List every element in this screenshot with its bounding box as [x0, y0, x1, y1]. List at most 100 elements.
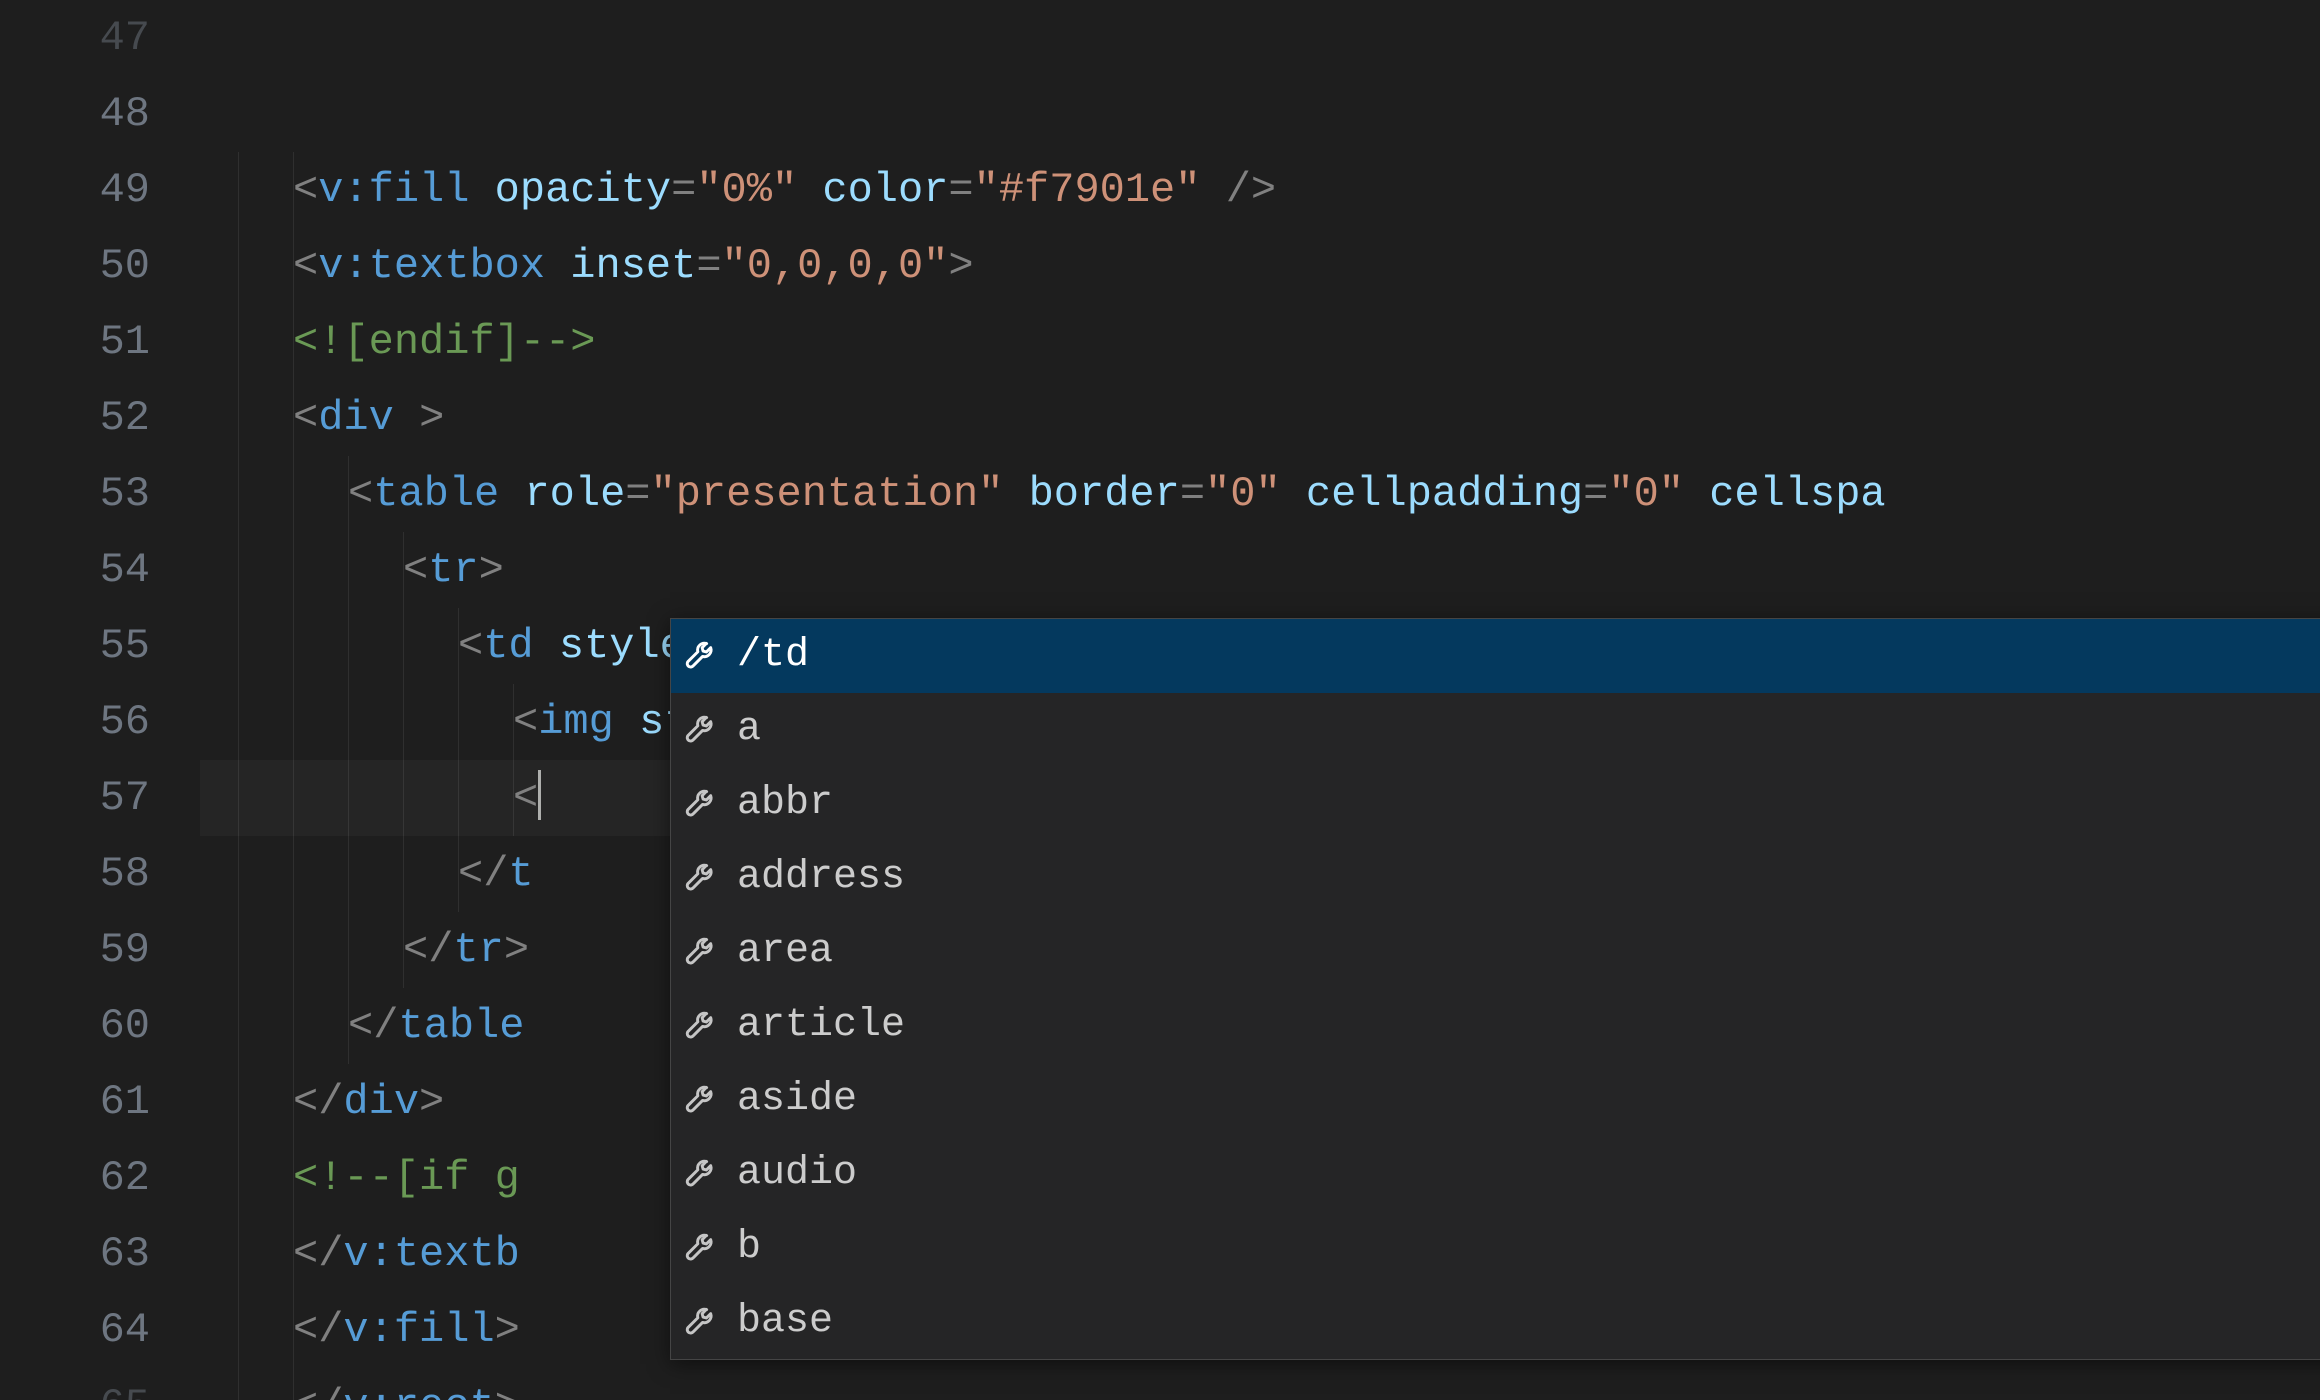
indent-guide	[238, 608, 239, 684]
wrench-icon	[683, 1008, 719, 1044]
indent-guide	[513, 684, 514, 760]
indent-guide	[238, 456, 239, 532]
line-number: 65	[0, 1368, 150, 1400]
token-text	[1003, 470, 1028, 518]
code-text: <tr>	[200, 546, 504, 594]
indent-guide	[348, 532, 349, 608]
token-text	[1281, 470, 1306, 518]
autocomplete-item-label: a	[737, 692, 2320, 768]
code-line[interactable]: </v:rect>	[200, 1368, 2320, 1400]
code-text: </v:rect>	[200, 1382, 520, 1400]
autocomplete-item-label: abbr	[737, 766, 2320, 842]
autocomplete-item[interactable]: base	[671, 1285, 2320, 1359]
token-punct: >	[419, 1078, 444, 1126]
indent-guide	[293, 532, 294, 608]
token-attr: cellspa	[1709, 470, 1885, 518]
autocomplete-item[interactable]: b	[671, 1211, 2320, 1285]
token-attr: color	[822, 166, 948, 214]
autocomplete-item[interactable]: a	[671, 693, 2320, 767]
autocomplete-item[interactable]: address	[671, 841, 2320, 915]
indent-guide	[238, 1216, 239, 1292]
line-number: 56	[0, 684, 150, 760]
token-attr: inset	[570, 242, 696, 290]
indent-guide	[293, 608, 294, 684]
code-line[interactable]: <v:fill opacity="0%" color="#f7901e" />	[200, 152, 2320, 228]
wrench-icon	[683, 1304, 719, 1340]
line-number: 53	[0, 456, 150, 532]
token-string: "presentation"	[651, 470, 1004, 518]
indent-guide	[513, 760, 514, 836]
token-tag: img	[538, 698, 614, 746]
wrench-icon	[683, 860, 719, 896]
code-line[interactable]: <div >	[200, 380, 2320, 456]
token-tag: div	[343, 1078, 419, 1126]
indent-guide	[348, 760, 349, 836]
code-line[interactable]: <table role="presentation" border="0" ce…	[200, 456, 2320, 532]
token-string: "0,0,0,0"	[722, 242, 949, 290]
token-attr: cellpadding	[1306, 470, 1583, 518]
autocomplete-item[interactable]: article	[671, 989, 2320, 1063]
indent-guide	[348, 456, 349, 532]
token-punct: >	[504, 926, 529, 974]
indent-guide	[293, 456, 294, 532]
line-number: 58	[0, 836, 150, 912]
token-text	[394, 394, 419, 442]
code-text: <v:fill opacity="0%" color="#f7901e" />	[200, 166, 1276, 214]
token-punct: </	[293, 1306, 343, 1354]
indent-guide	[238, 912, 239, 988]
code-line[interactable]: <v:textbox inset="0,0,0,0">	[200, 228, 2320, 304]
wrench-icon	[683, 1230, 719, 1266]
token-punct: </	[293, 1078, 343, 1126]
token-punct: >	[495, 1382, 520, 1400]
line-number: 57	[0, 760, 150, 836]
autocomplete-item-label: aside	[737, 1062, 2320, 1138]
token-punct: <	[293, 166, 318, 214]
token-tag: tr	[453, 926, 503, 974]
code-text: </tr>	[200, 926, 529, 974]
indent-guide	[403, 684, 404, 760]
token-text	[469, 166, 494, 214]
indent-guide	[458, 836, 459, 912]
code-text: </v:fill>	[200, 1306, 520, 1354]
autocomplete-item[interactable]: area	[671, 915, 2320, 989]
indent-guide	[238, 304, 239, 380]
token-tag: v:rect	[343, 1382, 494, 1400]
indent-guide	[403, 912, 404, 988]
autocomplete-item[interactable]: aside	[671, 1063, 2320, 1137]
code-line[interactable]: <tr>	[200, 532, 2320, 608]
indent-guide	[293, 988, 294, 1064]
wrench-icon	[683, 934, 719, 970]
token-punct: </	[293, 1230, 343, 1278]
token-punct: <	[513, 698, 538, 746]
indent-guide	[293, 1292, 294, 1368]
autocomplete-popup[interactable]: /td a abbr address area article aside au…	[670, 618, 2320, 1360]
line-number: 60	[0, 988, 150, 1064]
token-punct: =	[625, 470, 650, 518]
indent-guide	[348, 988, 349, 1064]
token-punct: </	[403, 926, 453, 974]
line-number: 62	[0, 1140, 150, 1216]
token-tag: v:textbox	[318, 242, 545, 290]
token-punct: =	[671, 166, 696, 214]
indent-guide	[348, 684, 349, 760]
line-number: 55	[0, 608, 150, 684]
code-text: <	[200, 774, 541, 822]
autocomplete-item-label: audio	[737, 1136, 2320, 1212]
token-punct: <	[293, 394, 318, 442]
indent-guide	[238, 1292, 239, 1368]
indent-guide	[293, 152, 294, 228]
code-editor[interactable]: 47484950515253545556575859606162636465 <…	[0, 0, 2320, 1400]
autocomplete-item[interactable]: /td	[671, 619, 2320, 693]
code-text: </t	[200, 850, 534, 898]
indent-guide	[458, 608, 459, 684]
code-line[interactable]: <![endif]-->	[200, 304, 2320, 380]
indent-guide	[348, 836, 349, 912]
autocomplete-item[interactable]: abbr	[671, 767, 2320, 841]
code-area[interactable]: <v:fill opacity="0%" color="#f7901e" /><…	[200, 0, 2320, 1400]
line-number: 64	[0, 1292, 150, 1368]
token-punct: <	[293, 242, 318, 290]
wrench-icon	[683, 638, 719, 674]
token-punct: />	[1226, 166, 1276, 214]
token-punct: <	[348, 470, 373, 518]
autocomplete-item[interactable]: audio	[671, 1137, 2320, 1211]
